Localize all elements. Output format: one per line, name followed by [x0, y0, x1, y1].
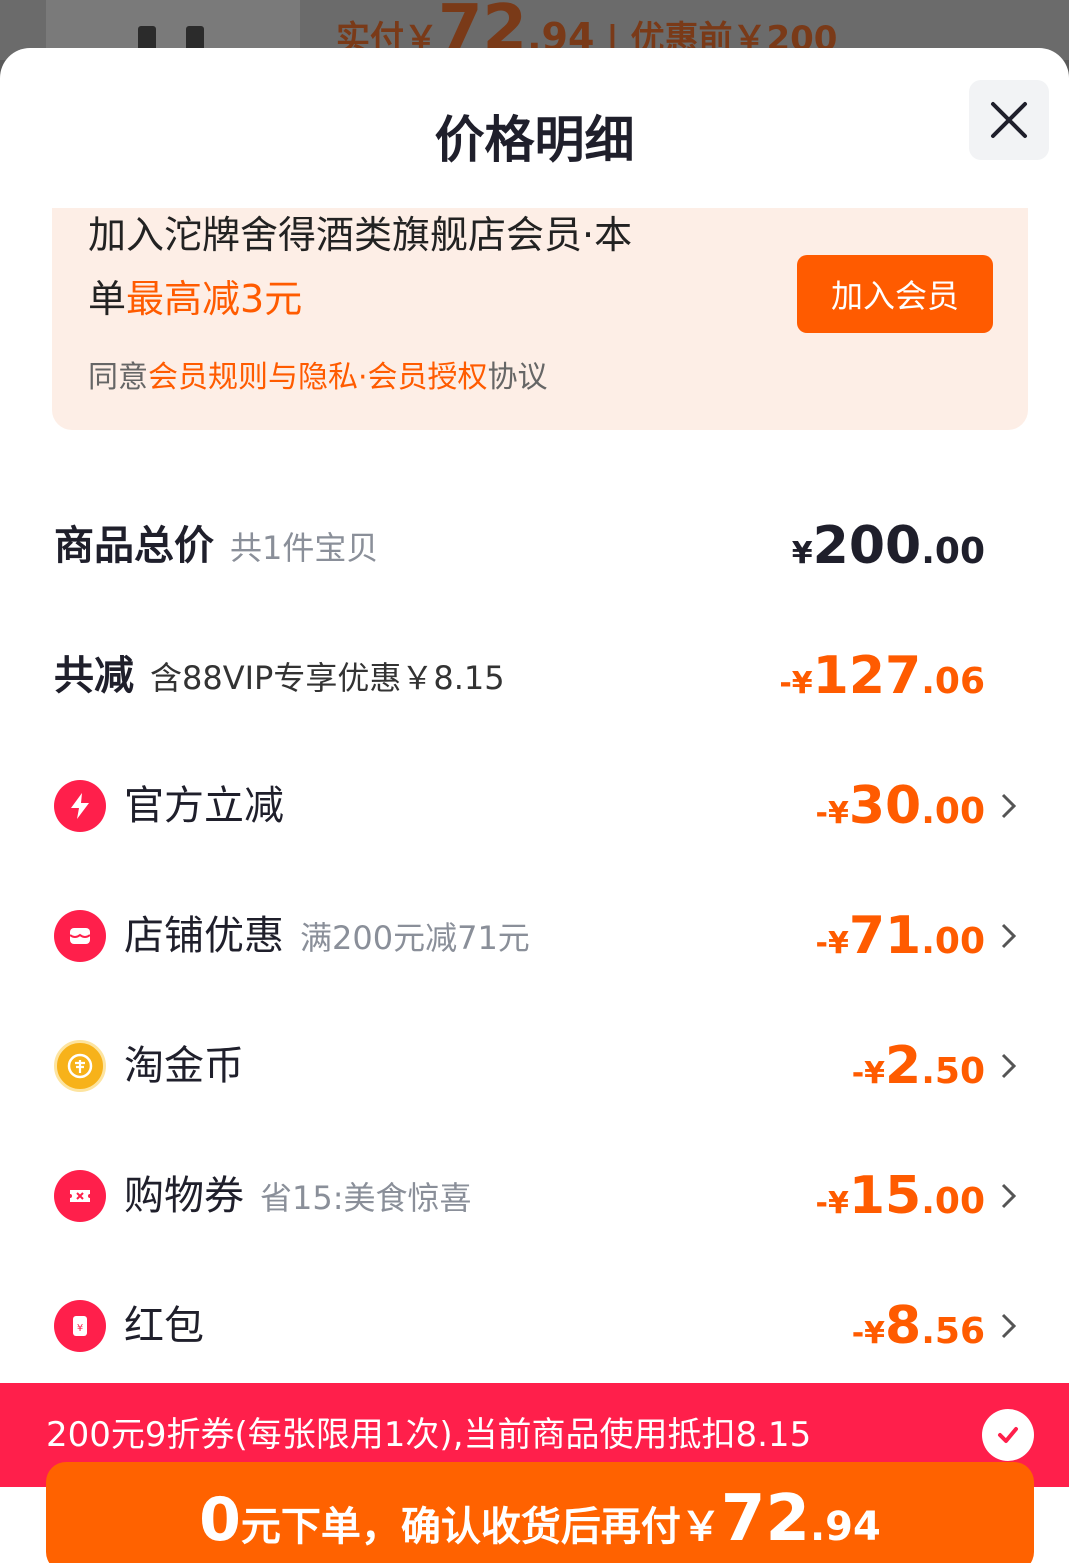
row-red-packet[interactable]: ¥ 红包 -¥8.56	[0, 1286, 1069, 1366]
chevron-right-icon	[1001, 1183, 1017, 1209]
close-button[interactable]	[969, 80, 1049, 160]
row-label: 红包	[124, 1303, 204, 1349]
member-agreement: 同意会员规则与隐私·会员授权协议	[88, 360, 548, 395]
close-icon	[991, 102, 1027, 138]
row-official-discount[interactable]: 官方立减 -¥30.00	[0, 766, 1069, 846]
total-amount: ¥200.00	[791, 516, 985, 576]
store-amount: -¥71.00	[815, 906, 985, 966]
row-sublabel: 满200元减71元	[300, 919, 530, 957]
voucher-amount: -¥15.00	[815, 1166, 985, 1226]
chevron-right-icon	[1001, 1053, 1017, 1079]
row-sublabel: 省15:美食惊喜	[260, 1179, 472, 1217]
row-sublabel: 共1件宝贝	[230, 529, 379, 567]
row-label: 商品总价	[54, 523, 214, 569]
confirm-order-button[interactable]: 0元下单，确认收货后再付￥72.94	[46, 1462, 1034, 1563]
chevron-right-icon	[1001, 1313, 1017, 1339]
confirm-order-label: 0元下单，确认收货后再付￥72.94	[199, 1482, 881, 1556]
row-label: 购物券	[124, 1173, 244, 1219]
row-total-price: 商品总价 共1件宝贝 ¥200.00	[0, 506, 1069, 586]
redpacket-amount: -¥8.56	[851, 1296, 985, 1356]
row-sublabel: 含88VIP专享优惠￥8.15	[150, 659, 505, 697]
check-icon[interactable]	[982, 1409, 1034, 1461]
row-shopping-voucher[interactable]: 购物券 省15:美食惊喜 -¥15.00	[0, 1156, 1069, 1236]
price-detail-sheet: 价格明细 加入沱牌舍得酒类旗舰店会员·本 单最高减3元 加入会员 同意会员规则与…	[0, 48, 1069, 1563]
row-label: 共减	[54, 653, 134, 699]
sheet-title: 价格明细	[434, 111, 635, 169]
lightning-icon	[54, 780, 106, 832]
member-promo-card: 加入沱牌舍得酒类旗舰店会员·本 单最高减3元 加入会员 同意会员规则与隐私·会员…	[52, 208, 1028, 430]
member-authorization-link[interactable]: 会员授权	[368, 360, 488, 395]
join-member-button[interactable]: 加入会员	[797, 255, 993, 333]
member-promo-text: 加入沱牌舍得酒类旗舰店会员·本	[88, 213, 633, 257]
official-amount: -¥30.00	[815, 776, 985, 836]
discount-amount: -¥127.06	[779, 646, 985, 706]
chevron-right-icon	[1001, 923, 1017, 949]
red-packet-icon: ¥	[54, 1300, 106, 1352]
member-promo-text-2: 单最高减3元	[88, 277, 303, 321]
row-label: 淘金币	[124, 1043, 244, 1089]
svg-text:¥: ¥	[77, 1323, 83, 1334]
row-label: 官方立减	[124, 783, 284, 829]
row-label: 店铺优惠	[124, 913, 284, 959]
chevron-right-icon	[1001, 793, 1017, 819]
row-total-discount: 共减 含88VIP专享优惠￥8.15 -¥127.06	[0, 636, 1069, 716]
coins-amount: -¥2.50	[851, 1036, 985, 1096]
ticket-icon	[54, 1170, 106, 1222]
store-icon	[54, 910, 106, 962]
member-rules-link[interactable]: 会员规则与隐私	[148, 360, 358, 395]
row-store-discount[interactable]: 店铺优惠 满200元减71元 -¥71.00	[0, 896, 1069, 976]
row-taobao-coins[interactable]: 淘金币 -¥2.50	[0, 1026, 1069, 1106]
coin-icon	[54, 1040, 106, 1092]
member-promo-highlight: 最高减3元	[126, 277, 303, 321]
